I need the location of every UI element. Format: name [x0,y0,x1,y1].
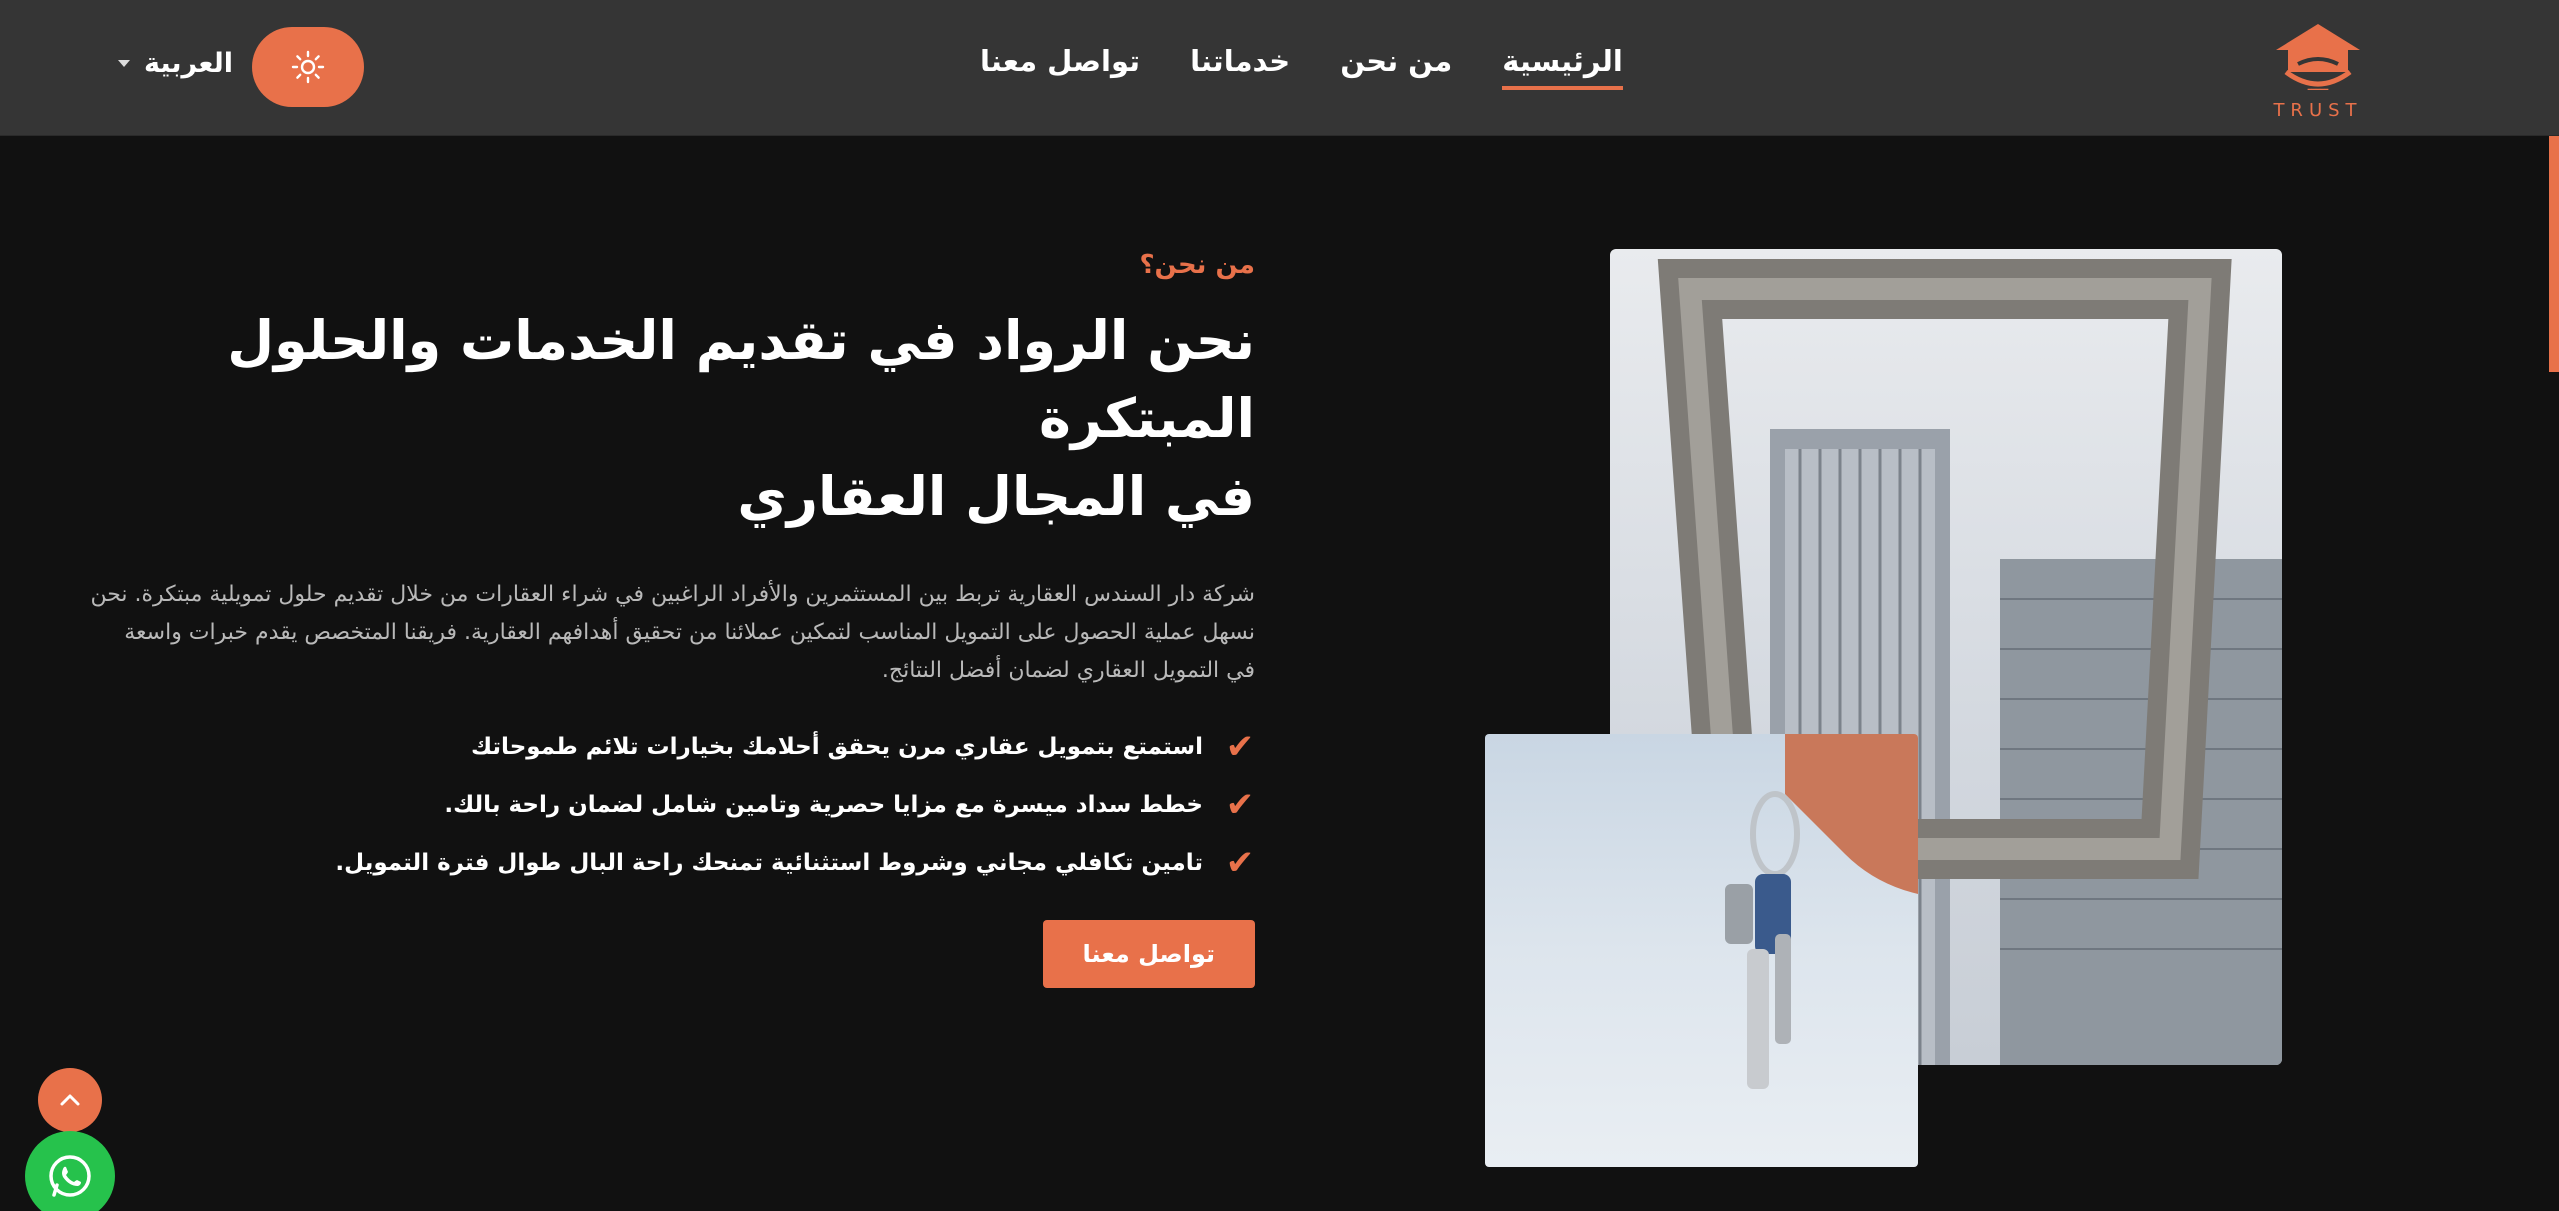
chevron-up-icon [60,1094,80,1106]
nav-item-about[interactable]: من نحن [1340,44,1452,90]
list-item: ✔ استمتع بتمويل عقاري مرن يحقق أحلامك بخ… [90,718,1255,776]
back-to-top-button[interactable] [38,1068,102,1132]
sun-icon [291,50,325,84]
feature-text: خطط سداد ميسرة مع مزايا حصرية وتامين شام… [444,792,1203,818]
house-hands-icon: ـــــ [2276,24,2360,94]
section-eyebrow: من نحن؟ [1139,250,1255,280]
nav-item-services[interactable]: خدماتنا [1190,44,1290,90]
title-line-1: نحن الرواد في تقديم الخدمات والحلول المب… [227,309,1255,450]
about-section: من نحن؟ نحن الرواد في تقديم الخدمات والح… [90,250,1255,988]
language-label: العربية [144,48,233,79]
section-title: نحن الرواد في تقديم الخدمات والحلول المب… [90,302,1255,536]
check-icon: ✔ [1225,785,1255,825]
check-icon: ✔ [1225,727,1255,767]
whatsapp-icon [49,1155,91,1197]
language-selector[interactable]: العربية [118,48,233,79]
list-item: ✔ تامين تكافلي مجاني وشروط استثنائية تمن… [90,834,1255,892]
section-description: شركة دار السندس العقارية تربط بين المستث… [90,582,1255,683]
svg-text:ـــــ: ـــــ [2307,78,2329,94]
site-header: ـــــ TRUST الرئيسية من نحن خدماتنا تواص… [0,0,2559,136]
theme-toggle-button[interactable] [252,27,364,107]
keys-illustration [1725,734,1918,1089]
nav-item-contact[interactable]: تواصل معنا [980,44,1140,90]
keys-image [1485,734,1918,1167]
main-nav: الرئيسية من نحن خدماتنا تواصل معنا [980,44,1623,90]
feature-text: استمتع بتمويل عقاري مرن يحقق أحلامك بخيا… [471,734,1203,760]
nav-item-home[interactable]: الرئيسية [1502,44,1623,90]
contact-us-button[interactable]: تواصل معنا [1042,920,1255,988]
title-line-2: في المجال العقاري [737,465,1255,528]
list-item: ✔ خطط سداد ميسرة مع مزايا حصرية وتامين ش… [90,776,1255,834]
feature-text: تامين تكافلي مجاني وشروط استثنائية تمنحك… [335,850,1203,876]
logo[interactable]: ـــــ TRUST [2268,20,2368,121]
logo-text: TRUST [2273,100,2363,121]
check-icon: ✔ [1225,843,1255,883]
scrollbar-thumb[interactable] [2549,136,2559,372]
whatsapp-button[interactable] [25,1131,115,1211]
chevron-down-icon [118,60,130,67]
feature-list: ✔ استمتع بتمويل عقاري مرن يحقق أحلامك بخ… [90,718,1255,892]
